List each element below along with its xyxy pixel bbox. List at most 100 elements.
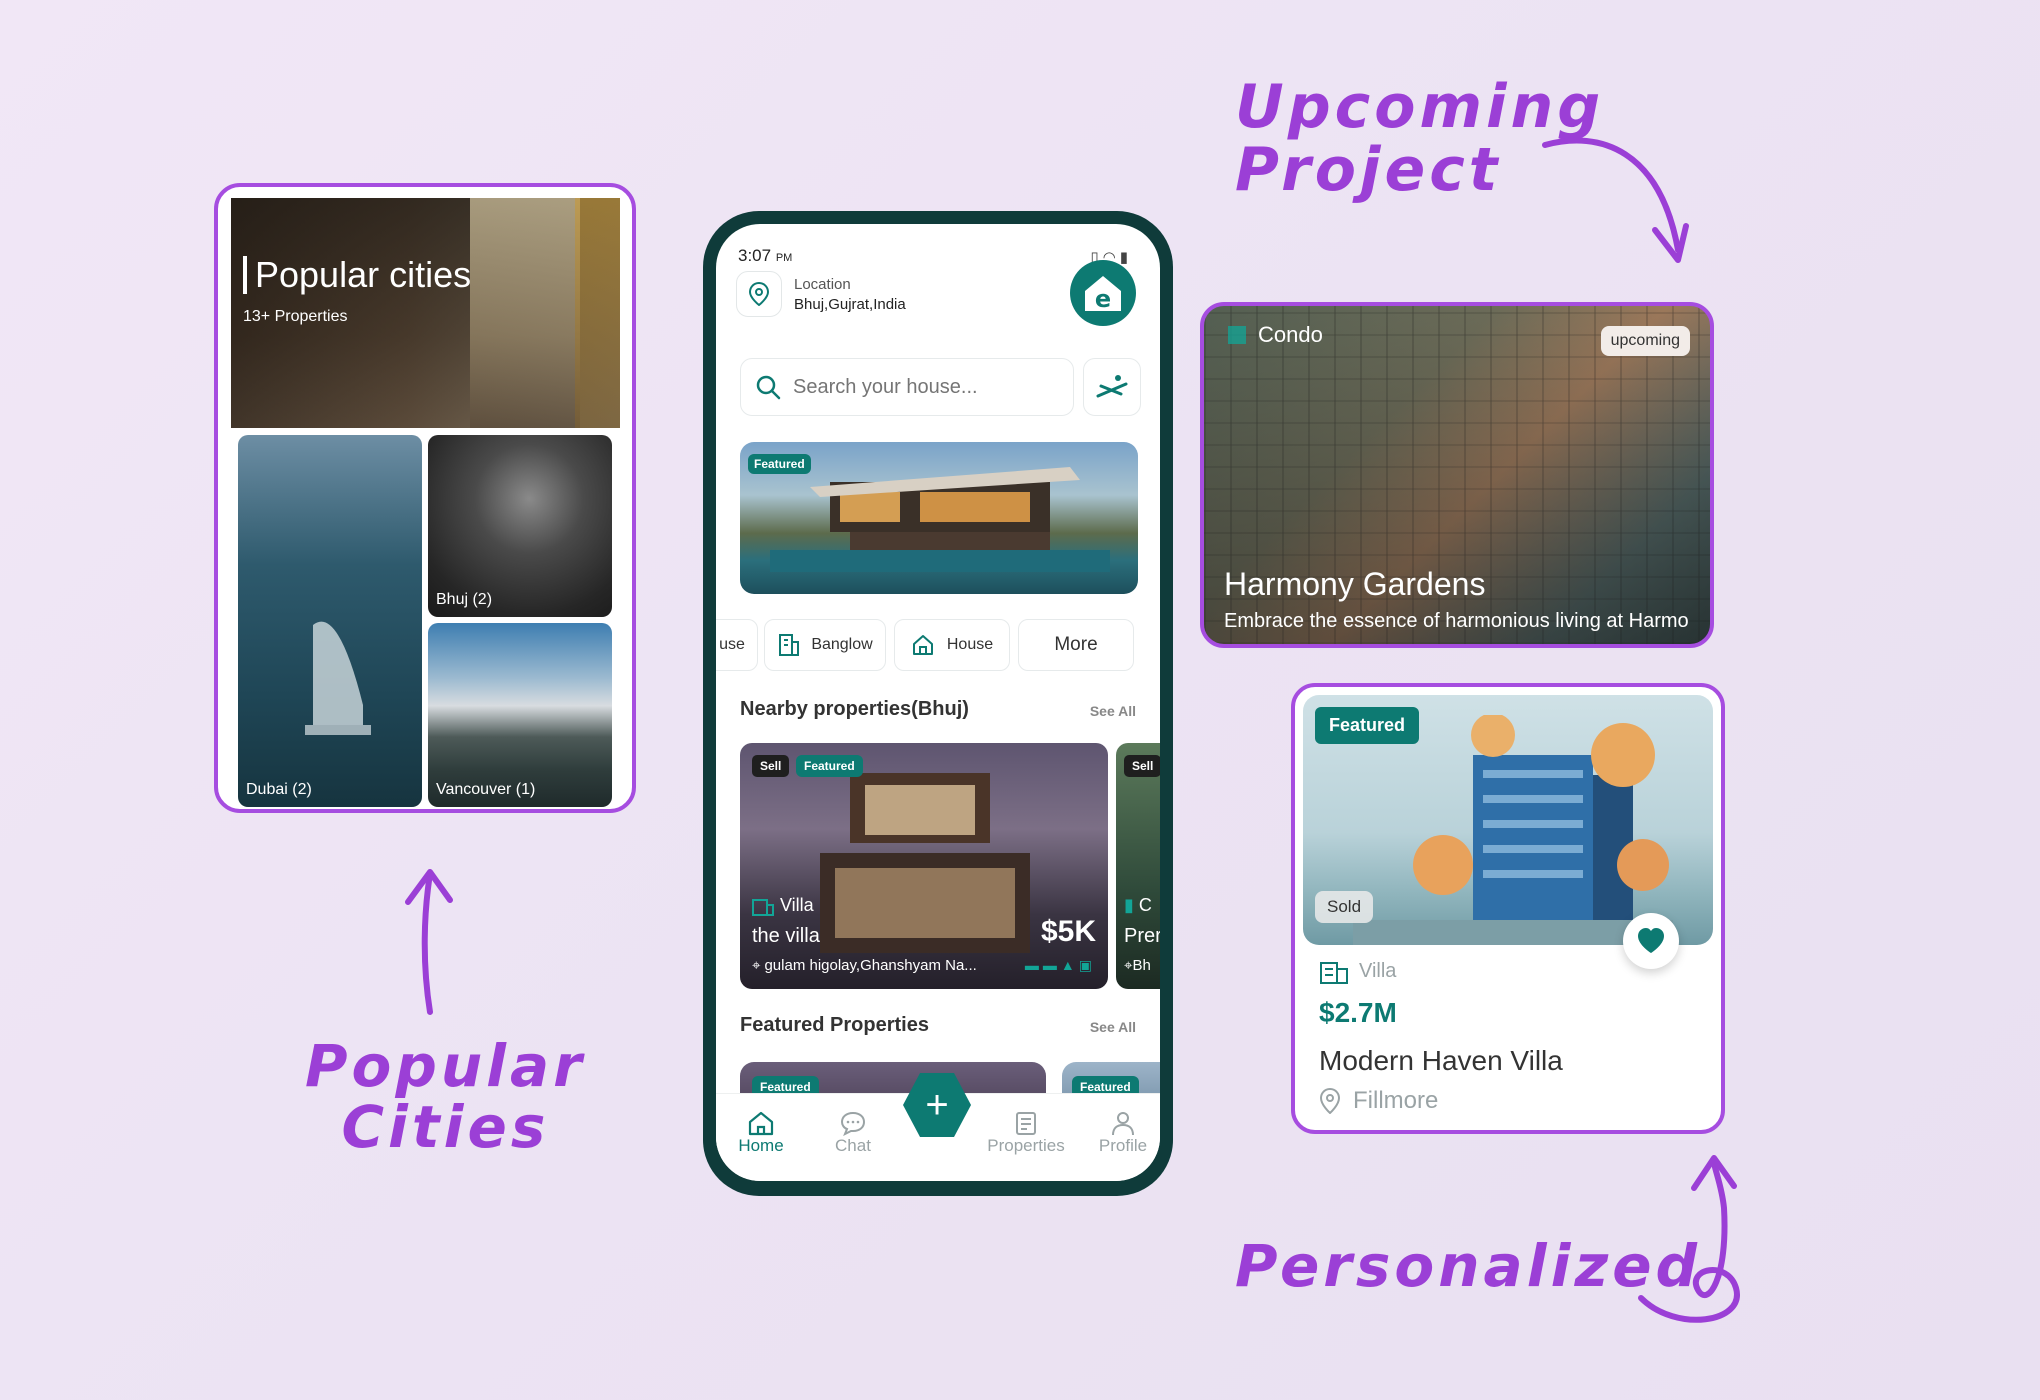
arrow-to-cities-icon bbox=[405, 869, 453, 1015]
phone-mockup: 3:07 PM ▯◠▮ Location Bhuj,Gujrat,India e bbox=[703, 211, 1173, 1196]
cities-hero-image: Popular cities 13+ Properties bbox=[231, 198, 620, 428]
property-type: Villa bbox=[1319, 957, 1396, 985]
sold-badge: Sold bbox=[1315, 891, 1374, 923]
property-address: ⌖ gulam higolay,Ghanshyam Na... bbox=[752, 957, 977, 974]
building-icon bbox=[1320, 962, 1348, 984]
profile-icon bbox=[1112, 1112, 1134, 1136]
properties-icon bbox=[1016, 1112, 1036, 1135]
property-type-label: Villa bbox=[780, 895, 814, 915]
city-tile-label: Vancouver (1) bbox=[436, 781, 536, 798]
property-type-label: C bbox=[1138, 895, 1152, 915]
nav-chat[interactable]: Chat bbox=[808, 1110, 898, 1156]
featured-tag: Featured bbox=[796, 755, 863, 777]
property-location: Fillmore bbox=[1319, 1087, 1438, 1115]
heart-icon bbox=[1638, 928, 1664, 953]
sell-tag: Sell bbox=[752, 755, 790, 777]
property-type: Villa bbox=[752, 895, 814, 916]
cities-subtitle: 13+ Properties bbox=[243, 308, 348, 325]
category-label: use bbox=[719, 636, 745, 653]
location-value[interactable]: Bhuj,Gujrat,India bbox=[794, 296, 906, 313]
nav-label: Home bbox=[738, 1136, 784, 1155]
cities-title: Popular cities bbox=[243, 256, 471, 294]
category-chip-house-partial[interactable]: use bbox=[716, 619, 758, 671]
category-chip-banglow[interactable]: Banglow bbox=[764, 619, 886, 671]
city-tile-dubai[interactable]: Dubai (2) bbox=[238, 435, 422, 807]
city-tile-bhuj[interactable]: Bhuj (2) bbox=[428, 435, 612, 617]
property-name: Modern Haven Villa bbox=[1319, 1045, 1563, 1076]
property-card[interactable]: Sell Featured Villa the villa $5K ⌖ gula… bbox=[740, 743, 1108, 989]
location-pin-icon: ⌖ bbox=[752, 957, 761, 974]
upcoming-project-card[interactable]: Condo upcoming Harmony Gardens Embrace t… bbox=[1200, 302, 1714, 648]
search-bar[interactable] bbox=[740, 358, 1074, 416]
category-chip-house[interactable]: House bbox=[894, 619, 1010, 671]
project-type: Condo bbox=[1226, 322, 1323, 348]
building-icon bbox=[752, 898, 774, 916]
street-image-layer bbox=[470, 198, 580, 428]
arrow-to-upcoming-icon bbox=[1542, 137, 1689, 263]
search-input[interactable] bbox=[793, 375, 1053, 399]
svg-text:e: e bbox=[1095, 285, 1111, 313]
property-name: Prer bbox=[1124, 925, 1160, 947]
nav-properties[interactable]: Properties bbox=[971, 1110, 1081, 1156]
property-price: $5K bbox=[1040, 915, 1096, 948]
nearby-section-title: Nearby properties(Bhuj) bbox=[740, 698, 969, 720]
status-clock: 3:07 bbox=[738, 246, 772, 265]
city-tile-label: Dubai (2) bbox=[246, 781, 312, 798]
property-type: ▮ C bbox=[1124, 895, 1152, 916]
project-description: Embrace the essence of harmonious living… bbox=[1224, 610, 1689, 632]
nav-label: Chat bbox=[835, 1136, 871, 1155]
city-tile-label: Bhuj (2) bbox=[436, 591, 493, 608]
property-address: ⌖Bh bbox=[1124, 957, 1151, 974]
category-chip-more[interactable]: More bbox=[1018, 619, 1134, 671]
featured-badge: Featured bbox=[748, 454, 811, 474]
property-card[interactable]: Sell ▮ C Prer ⌖Bh bbox=[1116, 743, 1160, 989]
location-pin-icon bbox=[749, 282, 769, 306]
building-icon: ▮ bbox=[1124, 895, 1134, 915]
property-address-label: Bh bbox=[1132, 957, 1151, 974]
location-pin-button[interactable] bbox=[736, 271, 782, 317]
sell-tag: Sell bbox=[1124, 755, 1160, 777]
popular-cities-card[interactable]: Popular cities 13+ Properties Dubai (2) … bbox=[214, 183, 636, 813]
wall-image-layer bbox=[575, 198, 620, 428]
property-price: $2.7M bbox=[1319, 997, 1397, 1028]
category-label: More bbox=[1054, 634, 1098, 655]
featured-section-title: Featured Properties bbox=[740, 1014, 929, 1036]
personalized-property-card[interactable]: Featured Sold Villa $2.7M Modern Haven V… bbox=[1291, 683, 1725, 1134]
battery-icon: ▮ bbox=[1119, 249, 1132, 266]
nav-home[interactable]: Home bbox=[716, 1110, 806, 1156]
featured-badge: Featured bbox=[1315, 707, 1420, 744]
property-address-label: gulam higolay,Ghanshyam Na... bbox=[764, 957, 977, 974]
property-type-label: Villa bbox=[1359, 959, 1397, 982]
project-title: Harmony Gardens bbox=[1224, 566, 1486, 602]
property-location-label: Fillmore bbox=[1353, 1087, 1439, 1114]
building-image bbox=[1353, 715, 1673, 945]
burj-al-arab-image bbox=[305, 621, 371, 735]
city-tile-vancouver[interactable]: Vancouver (1) bbox=[428, 623, 612, 807]
nav-profile[interactable]: Profile bbox=[1078, 1110, 1160, 1156]
location-pin-icon bbox=[1319, 1088, 1341, 1114]
property-image: Featured Sold bbox=[1303, 695, 1713, 945]
featured-banner[interactable]: Featured bbox=[740, 442, 1138, 594]
chat-icon bbox=[840, 1111, 866, 1136]
villa-card-image bbox=[820, 773, 1030, 953]
villa-banner-image bbox=[770, 467, 1110, 572]
home-icon bbox=[748, 1111, 774, 1136]
location-label: Location bbox=[794, 276, 851, 293]
building-icon bbox=[779, 634, 800, 656]
house-logo-icon: e bbox=[1085, 276, 1121, 313]
app-logo-button[interactable]: e bbox=[1070, 260, 1136, 326]
property-name: the villa bbox=[752, 925, 820, 947]
annotation-personalized: Personalized bbox=[1235, 1232, 1702, 1300]
home-icon bbox=[912, 635, 933, 655]
nearby-see-all-link[interactable]: See All bbox=[1090, 703, 1136, 719]
search-icon bbox=[756, 375, 781, 400]
nav-label: Profile bbox=[1098, 1136, 1148, 1155]
building-icon bbox=[1228, 326, 1246, 344]
upcoming-badge: upcoming bbox=[1600, 326, 1690, 356]
favorite-button[interactable] bbox=[1623, 913, 1679, 969]
annotation-popular-cities: Popular Cities bbox=[305, 1032, 586, 1161]
status-ampm: PM bbox=[775, 252, 793, 264]
app-screen: 3:07 PM ▯◠▮ Location Bhuj,Gujrat,India e bbox=[716, 224, 1160, 1181]
filter-button[interactable] bbox=[1083, 358, 1141, 416]
featured-see-all-link[interactable]: See All bbox=[1090, 1019, 1136, 1035]
